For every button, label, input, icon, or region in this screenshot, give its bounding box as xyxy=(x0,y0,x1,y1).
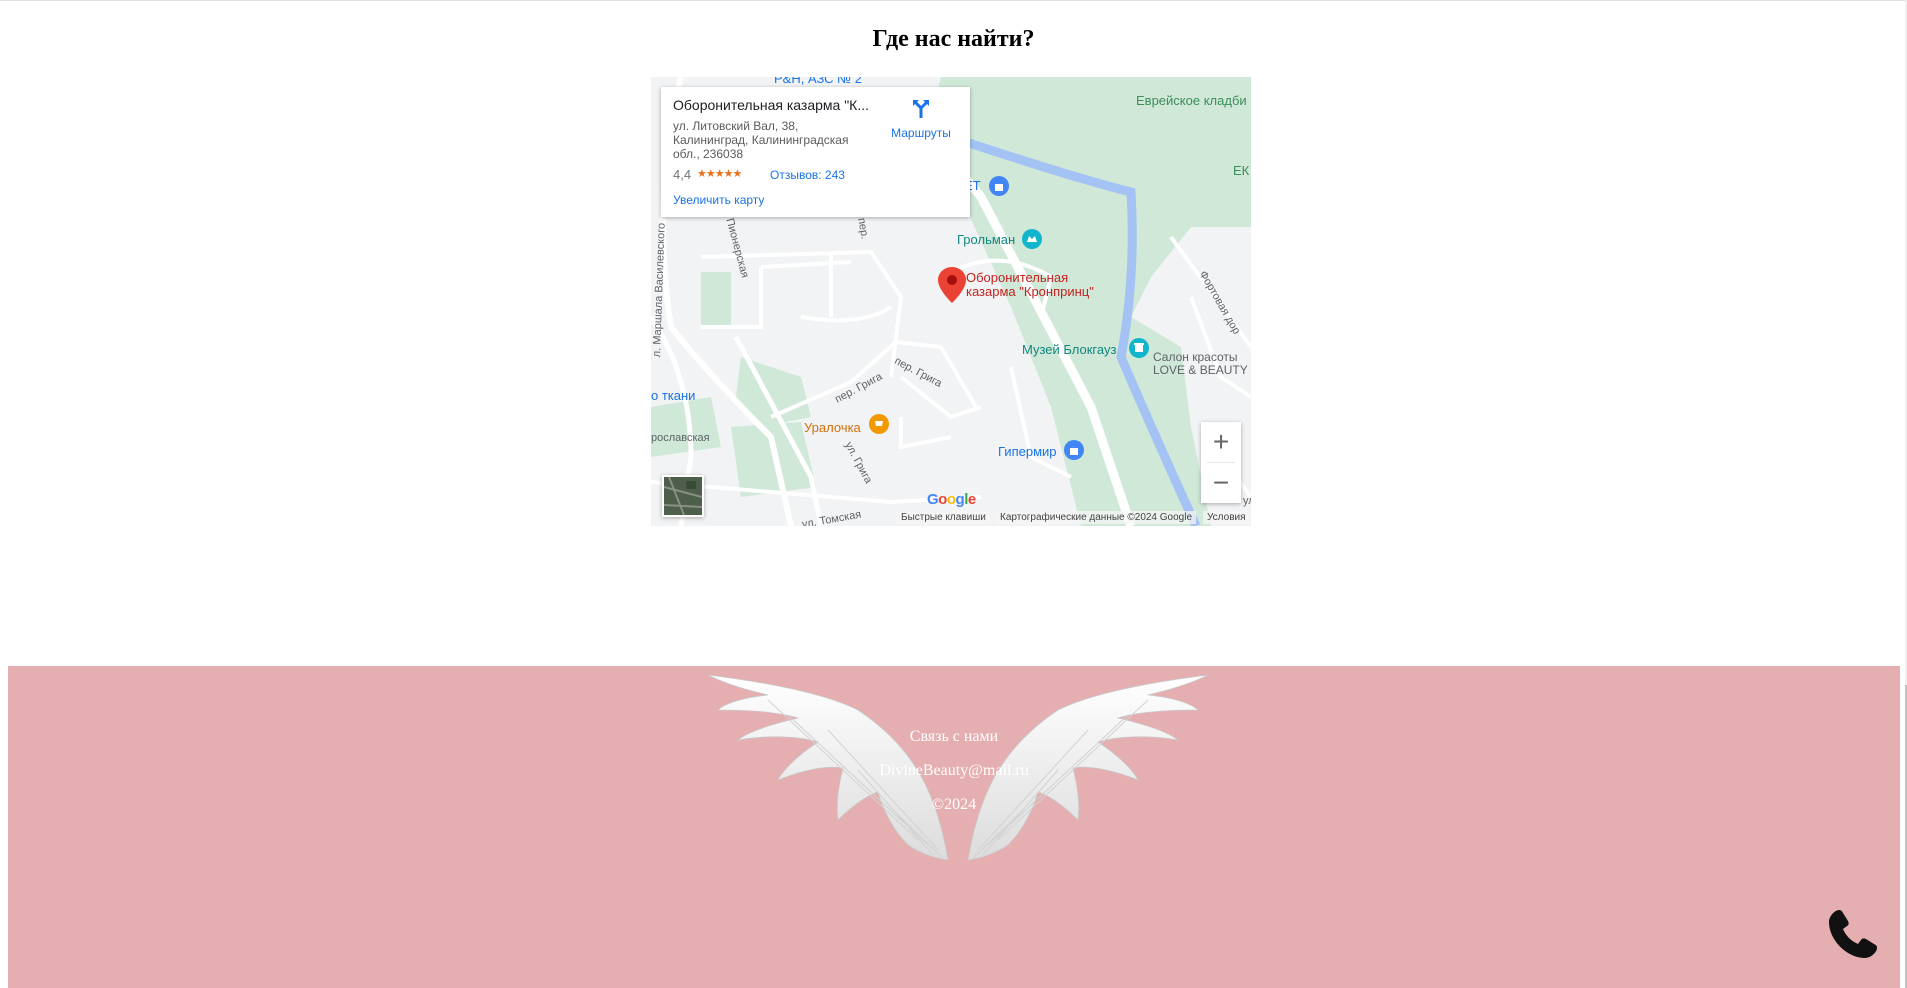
poi-tkani[interactable]: о ткани xyxy=(651,388,695,403)
keyboard-shortcuts-link[interactable]: Быстрые клавиши xyxy=(897,511,990,524)
footer-contact-label: Связь с нами xyxy=(909,728,999,745)
shopping-bag-icon[interactable] xyxy=(989,176,1009,196)
place-name: Оборонительная казарма "К... xyxy=(673,97,869,113)
zoom-out-button[interactable]: − xyxy=(1201,463,1241,503)
poi-salon-line2[interactable]: LOVE & BEAUTY xyxy=(1153,363,1248,377)
store-icon[interactable] xyxy=(1064,440,1084,460)
section-title: Где нас найти? xyxy=(872,26,1035,52)
enlarge-map-link[interactable]: Увеличить карту xyxy=(673,193,764,207)
rating-stars: ★★★★★ xyxy=(697,168,742,180)
hotel-icon[interactable] xyxy=(1022,229,1042,249)
poi-salon-line1[interactable]: Салон красоты xyxy=(1153,350,1238,364)
poi-museum[interactable]: Музей Блокгауз xyxy=(1022,342,1116,357)
zoom-controls: + − xyxy=(1201,422,1241,503)
poi-ek[interactable]: ЕК xyxy=(1233,163,1249,178)
poi-cemetery[interactable]: Еврейское кладби xyxy=(1136,93,1247,108)
footer-copyright: ©2024 xyxy=(931,796,977,813)
marker-label-line2: казарма "Кронпринц" xyxy=(966,284,1094,299)
poi-uralochka[interactable]: Уралочка xyxy=(804,420,861,435)
place-info-card: Оборонительная казарма "К... ул. Литовск… xyxy=(661,87,970,217)
top-divider xyxy=(0,0,1907,1)
footer-email[interactable]: DivineBeauty@mail.ru xyxy=(8,762,1900,780)
place-rating: 4,4 xyxy=(673,167,692,182)
marker-label-line1: Оборонительная xyxy=(966,270,1069,285)
poi-grolman[interactable]: Грольман xyxy=(957,232,1015,247)
place-address: ул. Литовский Вал, 38, Калининград, Кали… xyxy=(673,119,849,161)
map-data-text: Картографические данные ©2024 Google xyxy=(996,511,1197,524)
google-logo: Google xyxy=(927,491,976,508)
directions-label: Маршруты xyxy=(891,126,951,140)
terms-link[interactable]: Условия xyxy=(1203,511,1250,524)
directions-button[interactable]: Маршруты xyxy=(881,97,961,140)
satellite-thumbnail-icon xyxy=(663,476,703,516)
footer: Связь с нами DivineBeauty@mail.ru ©2024 xyxy=(8,666,1900,988)
cafe-icon[interactable] xyxy=(869,414,889,434)
directions-icon xyxy=(913,100,929,118)
poi-top-cut[interactable]: P&H, АЗС № 2 xyxy=(774,77,862,86)
poi-gipermir[interactable]: Гипермир xyxy=(998,444,1057,459)
phone-call-button[interactable] xyxy=(1825,906,1881,962)
reviews-link[interactable]: Отзывов: 243 xyxy=(770,168,845,182)
map-attribution-bar: Быстрые клавиши Картографические данные … xyxy=(651,511,1251,526)
embedded-map[interactable]: P&H, АЗС № 2 Еврейское кладби ЕК ЕТ Грол… xyxy=(651,77,1251,526)
street-right-cut: ул xyxy=(1243,495,1251,507)
zoom-in-button[interactable]: + xyxy=(1201,422,1241,462)
phone-icon xyxy=(1829,910,1877,958)
museum-icon[interactable] xyxy=(1129,338,1149,358)
location-marker-icon[interactable] xyxy=(938,267,966,308)
street-yaroslavskaya: рославская xyxy=(651,432,710,444)
